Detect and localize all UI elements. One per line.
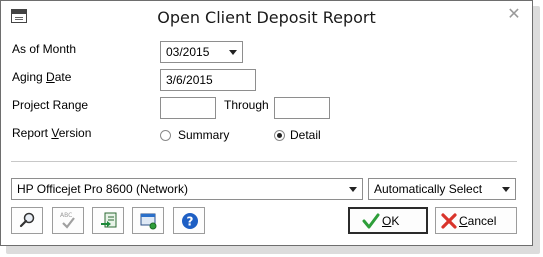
divider bbox=[11, 161, 517, 162]
title-bar: Open Client Deposit Report ✕ bbox=[1, 1, 532, 32]
spellcheck-button[interactable]: ABC bbox=[52, 207, 84, 234]
print-setup-icon bbox=[140, 213, 157, 230]
help-button[interactable]: ? bbox=[173, 207, 205, 234]
detail-radio-label[interactable]: Detail bbox=[290, 128, 321, 142]
print-setup-button[interactable] bbox=[132, 207, 164, 234]
chevron-down-icon[interactable] bbox=[229, 50, 237, 55]
chevron-down-icon[interactable] bbox=[502, 187, 510, 192]
through-label: Through bbox=[224, 98, 269, 112]
as-of-month-value: 03/2015 bbox=[166, 45, 210, 59]
window-title: Open Client Deposit Report bbox=[157, 8, 376, 27]
chevron-down-icon[interactable] bbox=[349, 187, 357, 192]
cancel-button[interactable]: Cancel bbox=[435, 207, 517, 234]
cancel-label: Cancel bbox=[459, 214, 497, 228]
project-range-from-field[interactable] bbox=[160, 97, 216, 119]
magnifier-icon bbox=[19, 212, 35, 228]
close-button[interactable]: ✕ bbox=[506, 7, 522, 23]
printer-select[interactable]: HP Officejet Pro 8600 (Network) bbox=[11, 178, 363, 200]
project-range-label: Project Range bbox=[12, 98, 89, 112]
ok-label: OK bbox=[382, 214, 400, 228]
spellcheck-icon: ABC bbox=[60, 212, 75, 229]
aging-date-label: Aging Date bbox=[12, 70, 72, 84]
checkmark-icon bbox=[362, 213, 380, 229]
svg-text:?: ? bbox=[187, 215, 194, 229]
ok-button[interactable]: OK bbox=[348, 207, 428, 234]
printer-value: HP Officejet Pro 8600 (Network) bbox=[17, 182, 188, 196]
export-button[interactable] bbox=[92, 207, 124, 234]
as-of-month-label: As of Month bbox=[12, 42, 77, 56]
preview-button[interactable] bbox=[11, 207, 43, 234]
project-range-to-field[interactable] bbox=[274, 97, 330, 119]
summary-radio[interactable] bbox=[160, 130, 171, 141]
aging-date-field[interactable]: 3/6/2015 bbox=[160, 69, 256, 91]
report-version-label: Report Version bbox=[12, 126, 92, 140]
tray-value: Automatically Select bbox=[374, 182, 483, 196]
help-icon: ? bbox=[182, 213, 198, 229]
export-icon bbox=[101, 212, 117, 228]
dialog-window: Open Client Deposit Report ✕ As of Month… bbox=[0, 0, 533, 246]
summary-radio-label[interactable]: Summary bbox=[178, 128, 229, 142]
as-of-month-select[interactable]: 03/2015 bbox=[160, 41, 243, 63]
tray-select[interactable]: Automatically Select bbox=[368, 178, 516, 200]
aging-date-value: 3/6/2015 bbox=[166, 73, 213, 87]
x-icon bbox=[441, 213, 457, 229]
svg-text:ABC: ABC bbox=[60, 212, 72, 219]
detail-radio[interactable] bbox=[274, 130, 285, 141]
